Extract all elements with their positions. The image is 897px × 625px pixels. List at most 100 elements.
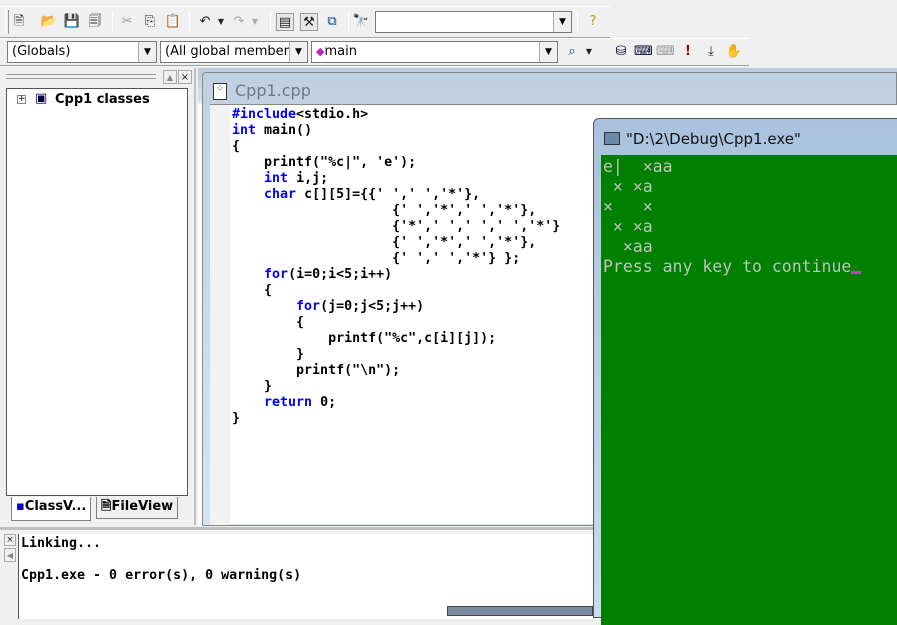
chevron-down-icon[interactable]: ▼ bbox=[553, 12, 571, 32]
output-line: Cpp1.exe - 0 error(s), 0 warning(s) bbox=[21, 568, 302, 583]
code-line: int main() bbox=[232, 123, 560, 139]
stop-build-icon[interactable]: ⌨ bbox=[656, 43, 675, 61]
chevron-down-icon[interactable]: ▼ bbox=[539, 42, 557, 62]
save-icon[interactable]: 💾 bbox=[63, 13, 81, 31]
compile-icon[interactable]: ⛁ bbox=[612, 43, 630, 61]
wizard-actions-icon[interactable]: ⌕ bbox=[563, 43, 581, 61]
console-line: e| ×aa bbox=[603, 157, 673, 176]
function-combo[interactable]: ◆main ▼ bbox=[311, 41, 558, 63]
code-line: char c[][5]={{' ',' ','*'}, bbox=[232, 187, 560, 203]
find-combo[interactable]: ▼ bbox=[375, 11, 572, 33]
keyword: int bbox=[232, 123, 257, 138]
cut-icon[interactable]: ✂ bbox=[118, 13, 136, 31]
code-text: c[][5]={{' ',' ','*'}, bbox=[296, 187, 481, 202]
console-title: "D:\2\Debug\Cpp1.exe" bbox=[626, 130, 801, 148]
tab-classview[interactable]: ▪ClassV... bbox=[11, 497, 92, 521]
console-line: Press any key to continue bbox=[603, 257, 862, 277]
save-all-icon[interactable]: 🗐 bbox=[86, 13, 104, 31]
new-text-file-icon[interactable]: 🗎 bbox=[10, 13, 28, 31]
code-line: int i,j; bbox=[232, 171, 560, 187]
insert-breakpoint-icon[interactable]: ✋ bbox=[725, 43, 743, 61]
code-line: for(i=0;i<5;i++) bbox=[232, 267, 560, 283]
classes-icon: ▣ bbox=[35, 91, 48, 106]
code-text: (i=0;i<5;i++) bbox=[288, 267, 393, 282]
code-line: { bbox=[232, 139, 560, 155]
code-text: } bbox=[232, 347, 305, 362]
code-text: <stdio.h> bbox=[296, 107, 369, 122]
close-output-icon[interactable]: × bbox=[4, 534, 16, 546]
source-code[interactable]: #include<stdio.h> int main(){ printf("%c|… bbox=[232, 107, 560, 427]
output-icon[interactable]: ⚒ bbox=[300, 13, 318, 31]
workspace-grip[interactable] bbox=[6, 74, 156, 79]
redo-dropdown-icon[interactable]: ▼ bbox=[246, 13, 264, 31]
keyword: #include bbox=[232, 107, 297, 122]
keyword: int bbox=[264, 171, 289, 186]
code-text: i,j; bbox=[288, 171, 329, 186]
code-line: #include<stdio.h> bbox=[232, 107, 560, 123]
code-line: {' ',' ','*'} }; bbox=[232, 251, 560, 267]
keyword: return bbox=[264, 395, 313, 410]
copy-icon[interactable]: ⎘ bbox=[141, 13, 159, 31]
code-line: printf("\n"); bbox=[232, 363, 560, 379]
code-text: { bbox=[232, 139, 241, 154]
fileview-icon: 🗎 bbox=[101, 499, 112, 514]
code-line: { bbox=[232, 315, 560, 331]
execute-icon[interactable]: ! bbox=[679, 43, 697, 61]
maximize-pane-icon[interactable]: ▲ bbox=[163, 70, 177, 84]
code-text: {' ','*',' ','*'}, bbox=[232, 235, 537, 250]
paste-icon[interactable]: 📋 bbox=[164, 13, 182, 31]
wizard-actions-dropdown-icon[interactable]: ▼ bbox=[580, 43, 598, 61]
code-text: printf("\n"); bbox=[232, 363, 401, 378]
window-list-icon[interactable]: ⧉ bbox=[323, 13, 341, 31]
workspace-icon[interactable]: ▤ bbox=[276, 13, 294, 31]
chevron-down-icon[interactable]: ▼ bbox=[289, 42, 307, 62]
class-combo[interactable]: (Globals) ▼ bbox=[7, 41, 157, 63]
code-text: { bbox=[232, 283, 273, 298]
toolbar-grip[interactable] bbox=[5, 10, 9, 34]
background-window-edge bbox=[447, 606, 593, 616]
close-pane-icon[interactable]: × bbox=[178, 70, 192, 84]
code-line: } bbox=[232, 379, 560, 395]
console-line: × ×a bbox=[603, 217, 653, 236]
code-line: {' ','*',' ','*'}, bbox=[232, 203, 560, 219]
find-in-files-icon[interactable]: 🔭 bbox=[352, 13, 370, 31]
console-cursor bbox=[851, 271, 862, 274]
undo-dropdown-icon[interactable]: ▼ bbox=[212, 13, 230, 31]
output-line: Linking... bbox=[21, 536, 102, 551]
build-icon[interactable]: ⌨ bbox=[634, 43, 653, 61]
console-window[interactable]: "D:\2\Debug\Cpp1.exe" e| ×aa × ×a × × × ×… bbox=[593, 118, 897, 625]
code-line: return 0; bbox=[232, 395, 560, 411]
code-text: main() bbox=[256, 123, 313, 138]
code-text: 0; bbox=[312, 395, 337, 410]
console-line: ×aa bbox=[603, 237, 653, 256]
code-line: for(j=0;j<5;j++) bbox=[232, 299, 560, 315]
code-line: printf("%c|", 'e'); bbox=[232, 155, 560, 171]
tree-root[interactable]: Cpp1 classes bbox=[55, 92, 150, 107]
code-text: {'*',' ',' ',' ','*'} bbox=[232, 219, 561, 234]
tree-expand-icon[interactable]: + bbox=[17, 95, 26, 104]
console-line: × ×a bbox=[603, 177, 653, 196]
console-text: e| ×aa × ×a × × × ×a ×aa Press any key to … bbox=[603, 157, 862, 277]
code-line: {' ','*',' ','*'}, bbox=[232, 235, 560, 251]
console-output[interactable]: e| ×aa × ×a × × × ×a ×aa Press any key to … bbox=[601, 155, 897, 625]
tab-fileview[interactable]: 🗎FileView bbox=[96, 497, 179, 519]
search-help-icon[interactable]: ? bbox=[584, 13, 602, 31]
open-icon[interactable]: 📂 bbox=[40, 13, 58, 31]
code-text: printf("%c",c[i][j]); bbox=[232, 331, 497, 346]
code-text: {' ','*',' ','*'}, bbox=[232, 203, 537, 218]
scroll-left-icon[interactable]: ◀ bbox=[4, 548, 16, 562]
selection-margin bbox=[210, 105, 230, 525]
go-icon[interactable]: ⤓ bbox=[702, 43, 720, 61]
code-text: (j=0;j<5;j++) bbox=[320, 299, 425, 314]
chevron-down-icon[interactable]: ▼ bbox=[138, 42, 156, 62]
console-app-icon bbox=[604, 132, 620, 145]
member-combo[interactable]: (All global member ▼ bbox=[160, 41, 308, 63]
classview-icon: ▪ bbox=[16, 499, 25, 514]
output-pane: × ◀ Linking... Cpp1.exe - 0 error(s), 0 … bbox=[0, 527, 593, 619]
cpp-file-icon: ⁘ bbox=[213, 83, 227, 100]
code-text: } bbox=[232, 411, 241, 426]
code-line: } bbox=[232, 411, 560, 427]
